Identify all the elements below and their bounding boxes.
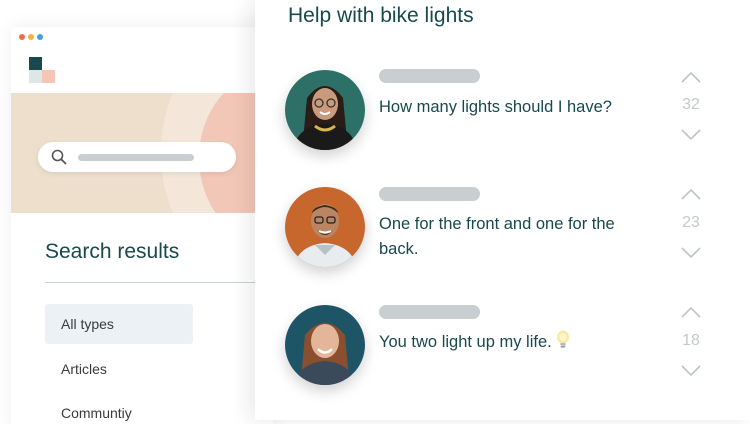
vote-count: 23 xyxy=(682,214,700,231)
search-results-title: Search results xyxy=(45,240,180,263)
woman-smiling-avatar xyxy=(285,305,365,385)
woman-glasses-avatar xyxy=(285,70,365,150)
vote-count: 32 xyxy=(682,96,700,113)
author-name-placeholder xyxy=(379,187,480,201)
filter-all-types[interactable]: All types xyxy=(45,304,193,344)
brand-logo xyxy=(29,57,55,83)
post-message: You two light up my life. xyxy=(379,333,552,351)
search-icon xyxy=(51,149,67,165)
thread-panel: Help with bike lights How many lights sh… xyxy=(255,0,750,420)
post-item: One for the front and one for the back. … xyxy=(255,178,750,288)
downvote-icon[interactable] xyxy=(680,364,702,378)
divider xyxy=(45,282,273,283)
author-name-placeholder xyxy=(379,305,480,319)
light-bulb-icon xyxy=(556,330,569,348)
close-window-dot[interactable] xyxy=(19,34,25,40)
vote-count: 18 xyxy=(682,332,700,349)
downvote-icon[interactable] xyxy=(680,246,702,260)
search-input[interactable] xyxy=(38,142,236,172)
upvote-icon[interactable] xyxy=(680,70,702,84)
search-window: Search results All types Articles Commun… xyxy=(11,27,273,424)
author-name-placeholder xyxy=(379,69,480,83)
post-item: You two light up my life. 18 xyxy=(255,296,750,406)
post-message: How many lights should I have? xyxy=(379,98,612,116)
maximize-window-dot[interactable] xyxy=(37,34,43,40)
upvote-icon[interactable] xyxy=(680,305,702,319)
downvote-icon[interactable] xyxy=(680,128,702,142)
minimize-window-dot[interactable] xyxy=(28,34,34,40)
filter-community[interactable]: Communtiy xyxy=(45,393,193,424)
thread-title: Help with bike lights xyxy=(288,4,474,27)
post-item: How many lights should I have? 32 xyxy=(255,60,750,170)
upvote-icon[interactable] xyxy=(680,187,702,201)
post-message: One for the front and one for the back. xyxy=(379,215,615,258)
man-glasses-avatar xyxy=(285,187,365,267)
post-message-row: You two light up my life. xyxy=(379,330,649,355)
filter-articles[interactable]: Articles xyxy=(45,349,193,389)
window-controls xyxy=(19,34,43,40)
search-placeholder-bar xyxy=(78,154,194,161)
